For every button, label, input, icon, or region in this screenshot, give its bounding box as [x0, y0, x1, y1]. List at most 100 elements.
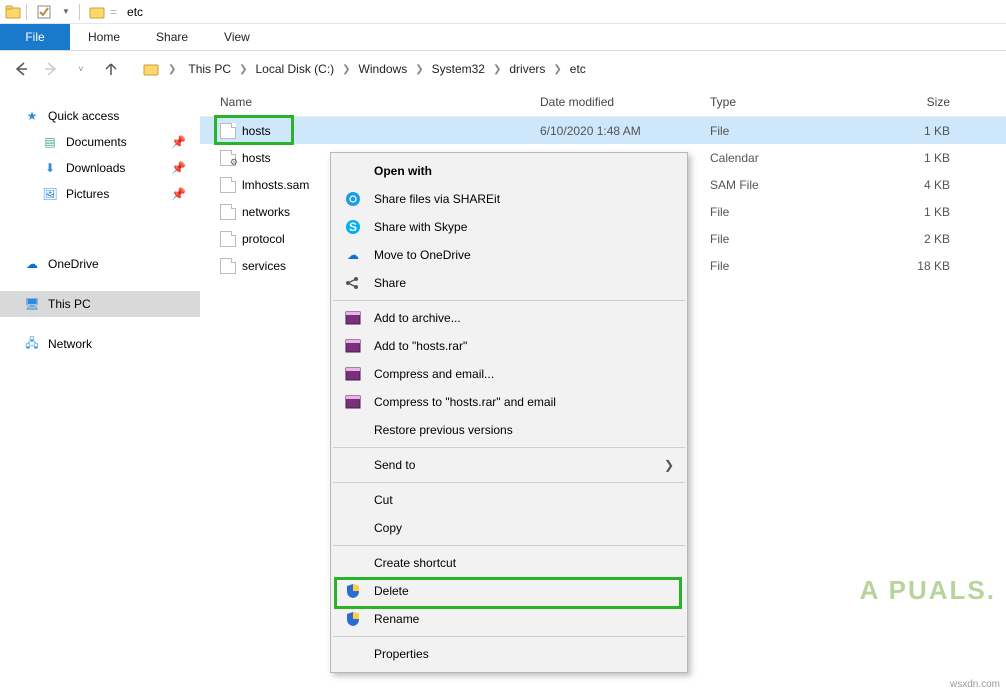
file-name: protocol — [242, 232, 285, 246]
menu-open-with[interactable]: Open with — [332, 157, 686, 185]
svg-text:S: S — [349, 220, 357, 234]
menu-label: Send to — [374, 458, 652, 472]
sidebar-item-downloads[interactable]: ⬇ Downloads 📌 — [0, 155, 200, 181]
sidebar-item-documents[interactable]: ▤ Documents 📌 — [0, 129, 200, 155]
menu-label: Add to archive... — [374, 311, 686, 325]
crumb-this-pc[interactable]: This PC — [184, 60, 235, 78]
rar-icon — [344, 309, 362, 327]
forward-button[interactable] — [36, 55, 66, 83]
sidebar-network[interactable]: 🖧 Network — [0, 331, 200, 357]
menu-copy[interactable]: Copy — [332, 514, 686, 542]
sidebar-label: Quick access — [48, 109, 119, 123]
menu-properties[interactable]: Properties — [332, 640, 686, 668]
sidebar-label: This PC — [48, 297, 91, 311]
sidebar-onedrive[interactable]: ☁ OneDrive — [0, 251, 200, 277]
menu-delete[interactable]: Delete — [332, 577, 686, 605]
chevron-right-icon[interactable]: ❯ — [551, 64, 563, 75]
sidebar-item-label: Pictures — [66, 187, 109, 201]
file-size: 1 KB — [860, 124, 950, 138]
menu-label: Compress to "hosts.rar" and email — [374, 395, 686, 409]
breadcrumb: This PC❯ Local Disk (C:)❯ Windows❯ Syste… — [184, 60, 589, 78]
menu-add-archive[interactable]: Add to archive... — [332, 304, 686, 332]
file-name: networks — [242, 205, 290, 219]
pin-icon: 📌 — [171, 161, 186, 175]
chevron-right-icon[interactable]: ❯ — [491, 64, 503, 75]
menu-add-hosts-rar[interactable]: Add to "hosts.rar" — [332, 332, 686, 360]
share-icon — [344, 274, 362, 292]
file-size: 2 KB — [860, 232, 950, 246]
file-name: hosts — [242, 124, 271, 138]
file-size: 1 KB — [860, 151, 950, 165]
chevron-right-icon[interactable]: ❯ — [340, 64, 352, 75]
menu-label: Share files via SHAREit — [374, 192, 686, 206]
file-size: 4 KB — [860, 178, 950, 192]
sidebar-quick-access[interactable]: ★ Quick access — [0, 103, 200, 129]
crumb-c[interactable]: Local Disk (C:) — [251, 60, 338, 78]
column-headers: Name Date modified Type Size — [200, 87, 1006, 117]
sidebar-item-pictures[interactable]: 🖼 Pictures 📌 — [0, 181, 200, 207]
menu-label: Rename — [374, 612, 686, 626]
sidebar-item-label: Documents — [66, 135, 127, 149]
menu-label: Copy — [374, 521, 686, 535]
chevron-right-icon[interactable]: ❯ — [237, 64, 249, 75]
blank-icon — [344, 519, 362, 537]
pin-icon: 📌 — [171, 135, 186, 149]
menu-compress-email[interactable]: Compress and email... — [332, 360, 686, 388]
context-menu: Open with Share files via SHAREit S Shar… — [330, 152, 688, 673]
col-type[interactable]: Type — [710, 95, 860, 109]
menu-separator — [333, 636, 685, 637]
file-name: hosts — [242, 151, 271, 165]
menu-move-onedrive[interactable]: ☁ Move to OneDrive — [332, 241, 686, 269]
tab-home[interactable]: Home — [70, 24, 138, 50]
menu-restore-versions[interactable]: Restore previous versions — [332, 416, 686, 444]
blank-icon — [344, 491, 362, 509]
chevron-right-icon[interactable]: ❯ — [166, 64, 178, 75]
file-row[interactable]: hosts 6/10/2020 1:48 AM File 1 KB — [200, 117, 1006, 144]
folder-icon — [4, 3, 22, 21]
tab-view[interactable]: View — [206, 24, 268, 50]
menu-compress-hosts-email[interactable]: Compress to "hosts.rar" and email — [332, 388, 686, 416]
menu-rename[interactable]: Rename — [332, 605, 686, 633]
menu-label: Share — [374, 276, 686, 290]
menu-share[interactable]: Share — [332, 269, 686, 297]
cloud-icon: ☁ — [344, 246, 362, 264]
menu-cut[interactable]: Cut — [332, 486, 686, 514]
col-size[interactable]: Size — [860, 95, 950, 109]
back-button[interactable] — [6, 55, 36, 83]
menu-separator — [333, 482, 685, 483]
recent-locations-button[interactable]: ˅ — [66, 55, 96, 83]
folder-small-icon — [88, 3, 106, 21]
checkbox-icon[interactable] — [35, 3, 53, 21]
crumb-windows[interactable]: Windows — [355, 60, 412, 78]
menu-skype[interactable]: S Share with Skype — [332, 213, 686, 241]
menu-shareit[interactable]: Share files via SHAREit — [332, 185, 686, 213]
crumb-etc[interactable]: etc — [566, 60, 590, 78]
col-date[interactable]: Date modified — [540, 95, 710, 109]
crumb-drivers[interactable]: drivers — [505, 60, 549, 78]
separator — [26, 4, 27, 20]
separator — [79, 4, 80, 20]
network-icon: 🖧 — [24, 336, 40, 352]
shareit-icon — [344, 190, 362, 208]
file-tab[interactable]: File — [0, 24, 70, 50]
separator-pipe: = — [110, 5, 117, 19]
tab-share[interactable]: Share — [138, 24, 206, 50]
crumb-system32[interactable]: System32 — [428, 60, 489, 78]
star-icon: ★ — [24, 108, 40, 124]
file-icon — [220, 258, 236, 274]
rar-icon — [344, 365, 362, 383]
blank-icon — [344, 421, 362, 439]
menu-separator — [333, 545, 685, 546]
sidebar-this-pc[interactable]: 🖥 This PC — [0, 291, 200, 317]
skype-icon: S — [344, 218, 362, 236]
navigation-bar: ˅ ❯ This PC❯ Local Disk (C:)❯ Windows❯ S… — [0, 51, 1006, 87]
menu-create-shortcut[interactable]: Create shortcut — [332, 549, 686, 577]
up-button[interactable] — [96, 55, 126, 83]
menu-send-to[interactable]: Send to ❯ — [332, 451, 686, 479]
download-icon: ⬇ — [42, 160, 58, 176]
dropdown-icon[interactable]: ▼ — [57, 3, 75, 21]
address-folder-icon[interactable] — [136, 55, 166, 83]
chevron-right-icon[interactable]: ❯ — [413, 64, 425, 75]
blank-icon — [344, 554, 362, 572]
col-name[interactable]: Name — [220, 95, 540, 109]
